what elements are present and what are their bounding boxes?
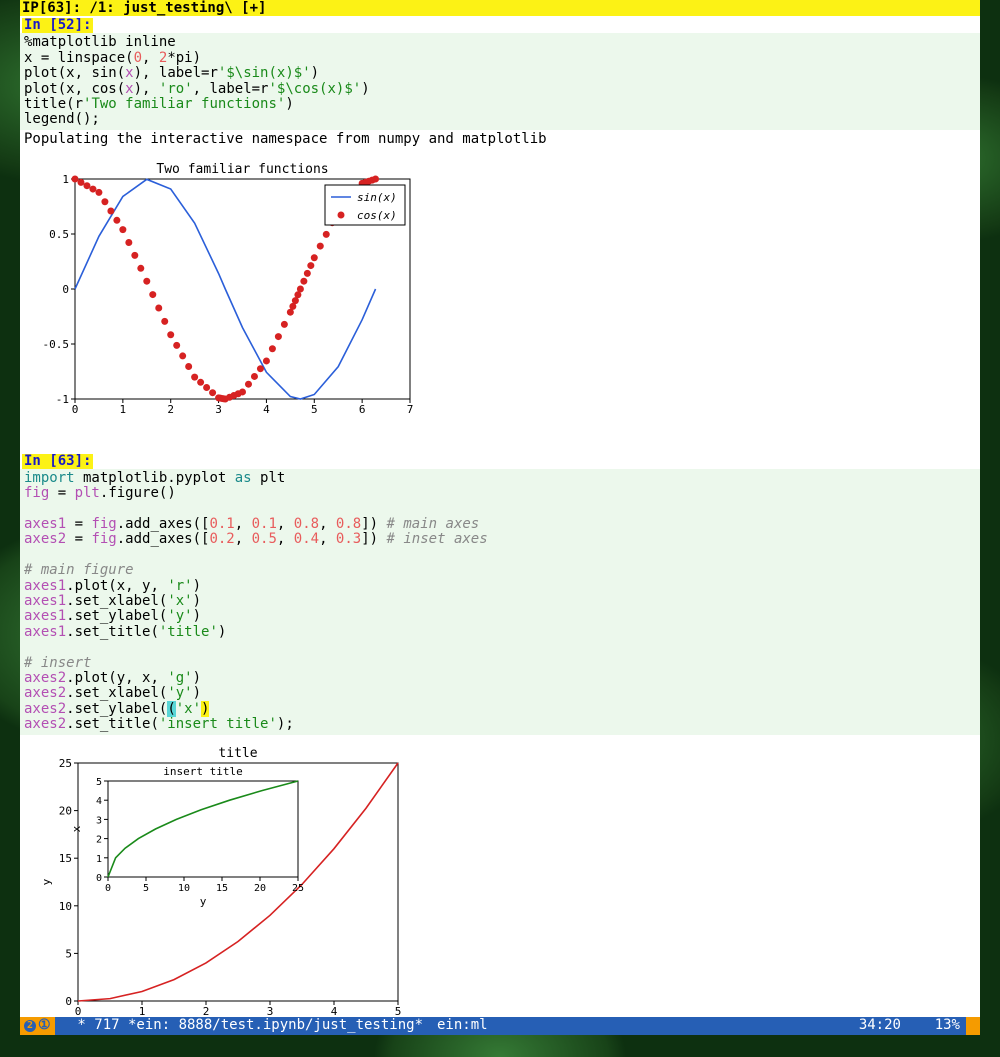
svg-text:5: 5	[96, 777, 102, 788]
code-line: import matplotlib.pyplot as plt	[24, 470, 285, 486]
code-line: fig = plt.figure()	[24, 485, 176, 501]
svg-text:0.5: 0.5	[49, 228, 69, 241]
svg-text:0: 0	[72, 403, 79, 416]
svg-text:0: 0	[65, 995, 72, 1008]
code-cell-63[interactable]: import matplotlib.pyplot as plt fig = pl…	[20, 469, 980, 735]
buffer-content[interactable]: In [52]: %matplotlib inline x = linspace…	[20, 16, 980, 1017]
code-line: title(r'Two familiar functions')	[24, 96, 294, 112]
svg-text:y: y	[40, 878, 53, 885]
svg-text:x: x	[70, 825, 83, 832]
svg-text:10: 10	[178, 883, 190, 894]
code-line: axes2.set_title('insert title');	[24, 716, 294, 732]
svg-text:15: 15	[59, 852, 72, 865]
chart-two-familiar-functions: 0 1 2 3 4 5 6 7 -1 -0.5 0 0.5 1 Two familiar function…	[20, 159, 420, 429]
svg-text:5: 5	[395, 1005, 402, 1017]
code-line: axes1.plot(x, y, 'r')	[24, 578, 201, 594]
mode-line: 2 ① * 717 *ein: 8888/test.ipynb/just_tes…	[20, 1017, 980, 1035]
svg-text:2: 2	[203, 1005, 210, 1017]
emacs-window: IP[63]: /1: just_testing\ [+] In [52]: %…	[20, 0, 980, 1035]
svg-text:-0.5: -0.5	[43, 338, 70, 351]
svg-text:0: 0	[105, 883, 111, 894]
workspace-badge-icon: 2	[24, 1020, 36, 1032]
svg-text:4: 4	[331, 1005, 338, 1017]
code-line: plot(x, sin(x), label=r'$\sin(x)$')	[24, 65, 319, 81]
code-line: axes1.set_xlabel('x')	[24, 593, 201, 609]
chart-title-inset: 0 1 2 3 4 5 0 5 10 15 20 25 title x y 0 5 10 15 20 25 0 1 2 3 4 5 i…	[20, 745, 420, 1017]
mode-line-position: 34:20 13%	[853, 1018, 966, 1033]
svg-text:1: 1	[62, 173, 69, 186]
svg-text:1: 1	[120, 403, 127, 416]
svg-text:25: 25	[292, 883, 304, 894]
code-line: axes2.plot(y, x, 'g')	[24, 670, 201, 686]
cell-output-text-52: Populating the interactive namespace fro…	[20, 130, 980, 149]
code-line: legend();	[24, 111, 100, 127]
svg-text:15: 15	[216, 883, 228, 894]
svg-text:5: 5	[143, 883, 149, 894]
svg-text:6: 6	[359, 403, 366, 416]
powerline-cap-icon	[966, 1017, 980, 1035]
mode-line-buffer: * 717 *ein: 8888/test.ipynb/just_testing…	[55, 1018, 429, 1033]
code-line: axes1.set_ylabel('y')	[24, 608, 201, 624]
svg-text:4: 4	[263, 403, 270, 416]
svg-text:3: 3	[96, 815, 102, 826]
code-cell-52[interactable]: %matplotlib inline x = linspace(0, 2*pi)…	[20, 33, 980, 129]
code-line: axes1.set_title('title')	[24, 624, 226, 640]
workspace-badge-icon: ①	[38, 1018, 51, 1033]
window-titlebar: IP[63]: /1: just_testing\ [+]	[20, 0, 980, 16]
code-line: axes1 = fig.add_axes([0.1, 0.1, 0.8, 0.8…	[24, 516, 479, 532]
code-line: %matplotlib inline	[24, 34, 176, 50]
code-line: axes2 = fig.add_axes([0.2, 0.5, 0.4, 0.3…	[24, 531, 488, 547]
svg-text:2: 2	[167, 403, 174, 416]
code-line: # main figure	[24, 562, 134, 578]
cell-prompt-52: In [52]:	[22, 18, 93, 33]
svg-text:3: 3	[215, 403, 222, 416]
svg-text:2: 2	[96, 834, 102, 845]
svg-text:1: 1	[139, 1005, 146, 1017]
svg-text:insert title: insert title	[163, 765, 242, 778]
svg-text:title: title	[218, 746, 257, 761]
cell-prompt-63: In [63]:	[22, 454, 93, 469]
svg-text:y: y	[200, 895, 207, 908]
svg-text:4: 4	[96, 796, 102, 807]
powerline-segment: 2 ①	[20, 1017, 55, 1035]
code-line: plot(x, cos(x), 'ro', label=r'$\cos(x)$'…	[24, 81, 370, 97]
code-line: # insert	[24, 655, 91, 671]
svg-text:0: 0	[96, 873, 102, 884]
svg-text:sin(x): sin(x)	[357, 191, 397, 204]
mode-line-mode: ein:ml	[429, 1018, 496, 1033]
svg-text:20: 20	[254, 883, 266, 894]
svg-text:5: 5	[65, 947, 72, 960]
svg-text:3: 3	[267, 1005, 274, 1017]
svg-text:1: 1	[96, 853, 102, 864]
svg-text:Two familiar functions: Two familiar functions	[156, 162, 328, 177]
svg-text:5: 5	[311, 403, 318, 416]
svg-text:cos(x): cos(x)	[357, 209, 397, 222]
svg-text:0: 0	[75, 1005, 82, 1017]
code-line: axes2.set_ylabel(('x')	[24, 701, 209, 717]
svg-text:25: 25	[59, 757, 72, 770]
code-line: x = linspace(0, 2*pi)	[24, 50, 201, 66]
svg-text:0: 0	[62, 283, 69, 296]
code-line: axes2.set_xlabel('y')	[24, 685, 201, 701]
svg-text:20: 20	[59, 804, 72, 817]
svg-text:-1: -1	[56, 393, 69, 406]
svg-text:10: 10	[59, 899, 72, 912]
svg-text:7: 7	[407, 403, 414, 416]
